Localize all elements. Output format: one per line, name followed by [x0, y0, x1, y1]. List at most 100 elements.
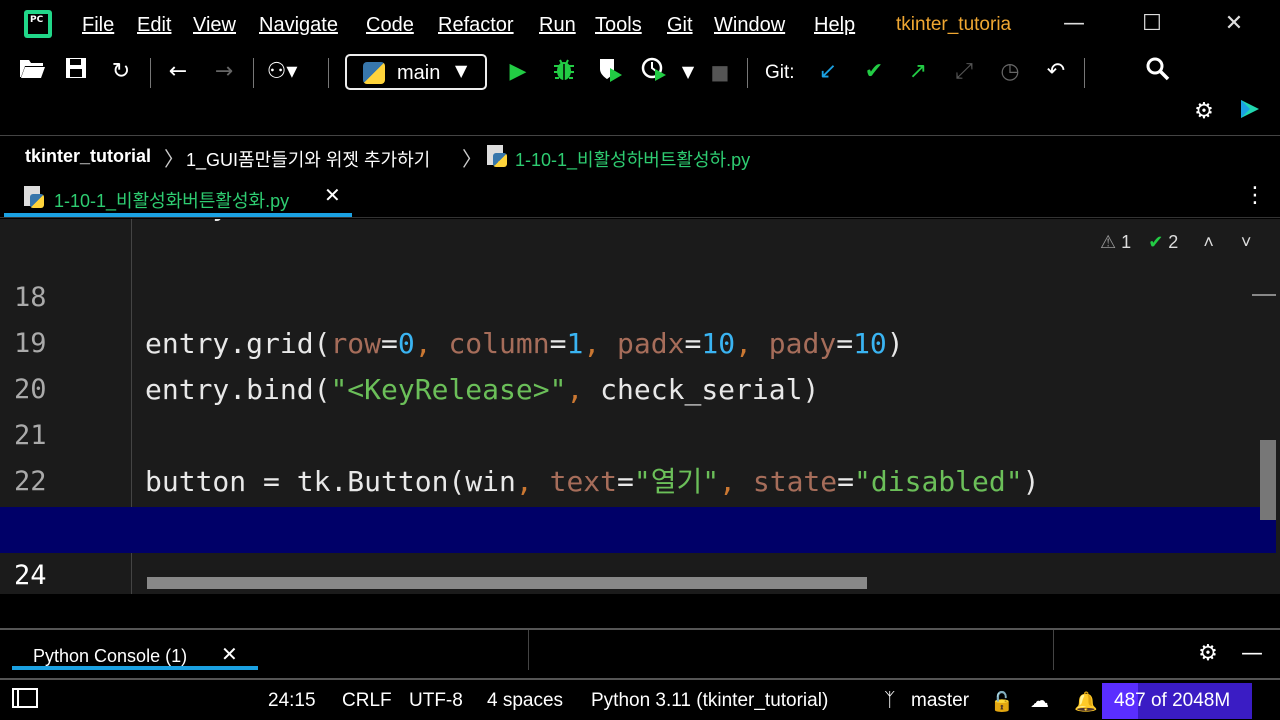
run-with-coverage-icon[interactable] — [594, 56, 626, 88]
checks-count: 2 — [1168, 232, 1179, 252]
more-vertical-icon[interactable]: ⋮ — [1244, 183, 1266, 208]
history-clock-icon[interactable]: ◷ — [994, 56, 1026, 88]
cloud-sync-icon[interactable]: ☁ — [1030, 690, 1049, 713]
user-dropdown-icon[interactable]: ⚇▾ — [266, 56, 298, 88]
line-separator[interactable]: CRLF — [342, 690, 392, 712]
git-branch-icon: ᛉ — [884, 690, 896, 711]
minimize-button[interactable]: — — [1054, 8, 1094, 40]
maximize-button[interactable]: ☐ — [1132, 8, 1172, 40]
python-console-tab[interactable]: Python Console (1) — [33, 646, 187, 667]
code-line-partial: entry ( — [145, 219, 263, 222]
menu-edit[interactable]: Edit — [137, 14, 171, 37]
memory-indicator[interactable]: 487 of 2048M — [1102, 683, 1252, 719]
editor-tab-label: 1-10-1_비활성화버튼활성화.py — [54, 191, 290, 211]
git-commit-check-icon[interactable]: ✔ — [858, 56, 890, 88]
chevron-down-icon: ▼ — [455, 61, 468, 80]
unlock-icon[interactable]: 🔓 — [990, 690, 1014, 714]
chevron-up-icon[interactable]: ˄ — [1203, 232, 1214, 252]
active-tab-indicator — [4, 213, 352, 217]
python-icon — [363, 62, 385, 84]
menu-refactor[interactable]: Refactor — [438, 14, 514, 37]
chevron-right-icon: 〉 — [164, 149, 184, 171]
search-icon[interactable] — [1142, 56, 1174, 88]
close-console-tab-icon[interactable]: ✕ — [221, 642, 238, 666]
vertical-scrollbar[interactable] — [1260, 440, 1276, 520]
pycharm-logo-icon: PC — [24, 10, 52, 38]
project-title: tkinter_tutoria — [896, 14, 1012, 35]
rollback-icon[interactable]: ↶ — [1040, 56, 1072, 88]
breadcrumb-file[interactable]: 1-10-1_비활성하버트활성하.py — [515, 146, 750, 172]
horizontal-scrollbar[interactable] — [147, 577, 867, 589]
editor-tab-bar: 1-10-1_비활성화버튼활성화.py ✕ ⋮ — [0, 175, 1280, 218]
git-push-icon[interactable]: ↗ — [902, 56, 934, 88]
tool-window: Python Console (1) ✕ ⚙ — — [0, 594, 1280, 678]
back-arrow-icon[interactable]: ← — [162, 56, 194, 88]
tool-window-separator — [528, 630, 529, 670]
menu-git[interactable]: Git — [667, 14, 693, 37]
breadcrumb-folder[interactable]: 1_GUI폼만들기와 위젯 추가하기 — [186, 146, 430, 172]
menu-tools[interactable]: Tools — [595, 14, 642, 37]
caret-position[interactable]: 24:15 — [268, 690, 316, 712]
menu-run[interactable]: Run — [539, 14, 576, 37]
run-icon[interactable]: ▶ — [502, 56, 534, 88]
code-line[interactable]: 18 entry.grid(row=0, column=1, padx=10, … — [0, 229, 1260, 360]
more-run-chevron-down-icon[interactable]: ▼ — [672, 56, 704, 88]
breadcrumb-project[interactable]: tkinter_tutorial — [25, 146, 151, 167]
open-folder-icon[interactable] — [16, 56, 48, 88]
save-icon[interactable] — [60, 56, 92, 88]
code-line[interactable]: 23 — [0, 459, 1260, 543]
inspection-widget[interactable]: ⚠ 1 ✔ 2 ˄ ˅ — [1100, 232, 1251, 258]
active-tab-indicator — [12, 666, 258, 670]
notifications-bell-icon[interactable]: 🔔 — [1074, 690, 1098, 714]
menu-navigate[interactable]: Navigate — [259, 14, 338, 37]
debug-icon[interactable] — [548, 56, 580, 88]
warnings-count: 1 — [1121, 232, 1132, 252]
tool-window-gear-icon[interactable]: ⚙ — [1192, 638, 1224, 670]
git-branch[interactable]: master — [911, 690, 969, 712]
tool-window-separator — [1053, 630, 1054, 670]
title-bar: PC File Edit View Navigate Code Refactor… — [0, 0, 1280, 48]
close-window-button[interactable]: ✕ — [1214, 8, 1254, 40]
menu-file[interactable]: File — [82, 14, 114, 37]
hide-tool-window-icon[interactable]: — — [1236, 638, 1268, 670]
menu-window[interactable]: Window — [714, 14, 785, 37]
editor-tab[interactable]: 1-10-1_비활성화버튼활성화.py ✕ — [4, 175, 352, 218]
python-file-icon — [24, 186, 44, 208]
python-file-icon — [487, 145, 507, 167]
code-line[interactable]: 20 — [0, 321, 1260, 405]
error-stripe-mark[interactable] — [1252, 294, 1276, 296]
settings-gear-icon[interactable]: ⚙ — [1188, 96, 1220, 128]
forward-arrow-icon[interactable]: → — [208, 56, 240, 88]
git-update-icon[interactable]: ↙ — [812, 56, 844, 88]
git-pull-requests-icon[interactable]: ⤢ — [948, 56, 980, 88]
indent-setting[interactable]: 4 spaces — [487, 690, 563, 712]
chevron-right-icon: 〉 — [462, 149, 482, 171]
jetbrains-ai-icon[interactable] — [1234, 96, 1266, 128]
typo-check-icon: ✔ — [1148, 232, 1164, 252]
git-label: Git: — [765, 62, 795, 83]
code-editor[interactable]: entry ( 18 entry.grid(row=0, column=1, p… — [0, 219, 1280, 594]
warning-icon: ⚠ — [1100, 232, 1117, 252]
memory-label: 487 of 2048M — [1114, 690, 1231, 711]
run-configuration-select[interactable]: main ▼ — [345, 54, 487, 90]
tool-windows-toggle-icon[interactable] — [12, 688, 38, 714]
code-line[interactable]: 19 entry.bind("<KeyRelease>", check_seri… — [0, 275, 1260, 406]
menu-view[interactable]: View — [193, 14, 236, 37]
breadcrumb: tkinter_tutorial 〉 1_GUI폼만들기와 위젯 추가하기 〉 … — [0, 137, 1280, 175]
file-encoding[interactable]: UTF-8 — [409, 690, 463, 712]
sync-icon[interactable]: ↻ — [105, 56, 137, 88]
close-tab-icon[interactable]: ✕ — [324, 183, 341, 207]
current-code-line[interactable]: 24 win.mainloop() — [0, 507, 1276, 591]
status-bar: 24:15 CRLF UTF-8 4 spaces Python 3.11 (t… — [0, 678, 1280, 720]
code-line[interactable]: 22 button.grid(row=1, column=0, columnsp… — [0, 413, 1260, 544]
python-interpreter[interactable]: Python 3.11 (tkinter_tutorial) — [591, 690, 828, 712]
tool-window-divider — [0, 628, 1280, 630]
run-configuration-label: main — [397, 62, 441, 84]
stop-icon[interactable]: ■ — [704, 56, 736, 88]
profile-icon[interactable] — [638, 56, 670, 88]
main-toolbar: ↻ ← → ⚇▾ main ▼ ▶ ▼ ■ Git: ↙ ✔ ↗ ⤢ ◷ ↶ ⚙ — [0, 48, 1280, 136]
chevron-down-icon[interactable]: ˅ — [1241, 232, 1252, 252]
code-line[interactable]: 21 button = tk.Button(win, text="열기", st… — [0, 367, 1260, 498]
menu-code[interactable]: Code — [366, 14, 414, 37]
menu-help[interactable]: Help — [814, 14, 855, 37]
